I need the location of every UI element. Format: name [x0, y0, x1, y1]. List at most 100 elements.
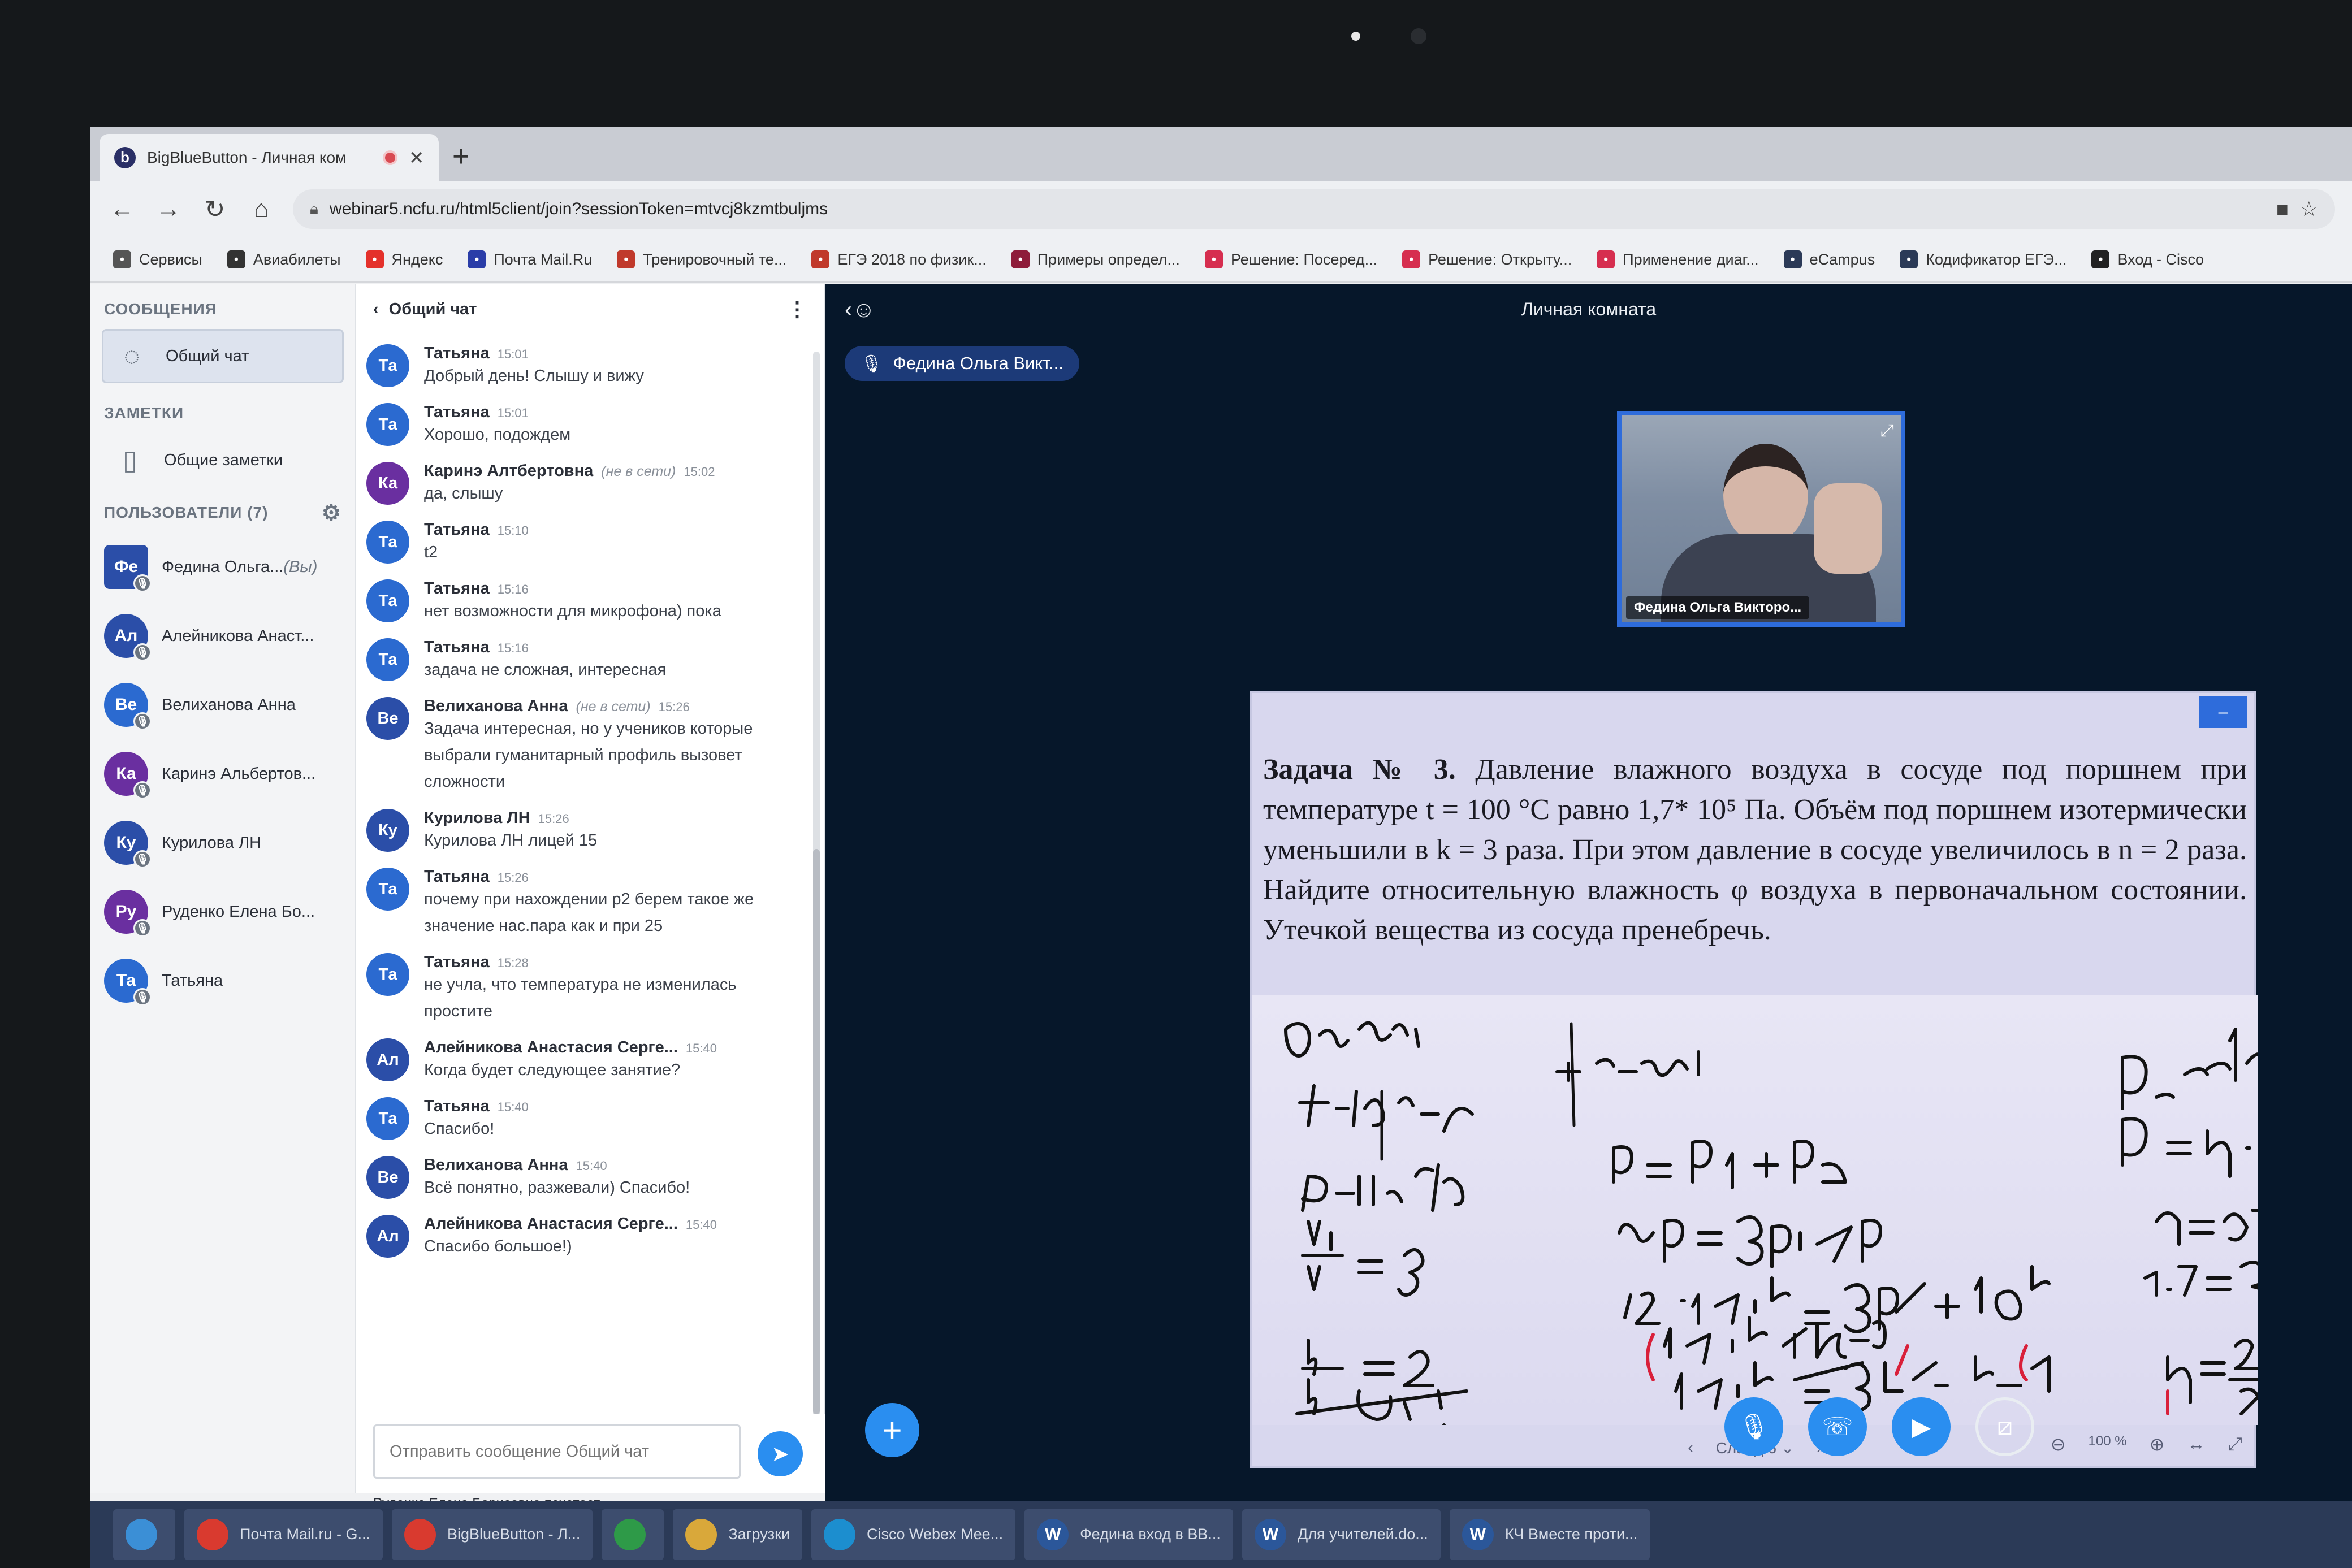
bookmark-item[interactable]: • ЕГЭ 2018 по физик...	[811, 250, 987, 268]
stroke-substitution-1	[1623, 1265, 2051, 1333]
taskbar-item[interactable]: W Федина вход в ВВ...	[1024, 1509, 1233, 1560]
camera-permission-icon[interactable]: ■	[2276, 197, 2289, 221]
minimize-presentation-button[interactable]: –	[2199, 696, 2247, 728]
bookmark-item[interactable]: • Вход - Cisco	[2091, 250, 2204, 268]
user-list-item[interactable]: Та 🎙︎ Татьяна	[90, 946, 355, 1015]
stroke-27-34	[2143, 1261, 2267, 1305]
reload-icon[interactable]: ↻	[200, 195, 230, 224]
message-time: 15:01	[497, 406, 529, 420]
taskbar-item[interactable]: W КЧ Вместе проти...	[1449, 1509, 1650, 1560]
user-list-item[interactable]: Фе 🎙︎ Федина Ольга...(Вы)	[90, 532, 355, 601]
bookmark-item[interactable]: • Яндекс	[365, 250, 443, 268]
hide-chat-chevron-icon[interactable]: ‹	[373, 300, 379, 319]
bookmark-item[interactable]: • Кодификатор ЕГЭ...	[1900, 250, 2066, 268]
zoom-level[interactable]: 100 %	[2089, 1433, 2127, 1455]
taskbar-item[interactable]: W Для учителей.do...	[1242, 1509, 1441, 1560]
settings-gear-icon[interactable]: ⚙	[322, 500, 341, 526]
actions-plus-button[interactable]: +	[865, 1403, 919, 1457]
sender-name: Татьяна	[424, 579, 490, 597]
user-list-item[interactable]: Ка 🎙︎ Каринэ Альбертов...	[90, 739, 355, 808]
bookmark-item[interactable]: • Примеры определ...	[1011, 250, 1180, 268]
sender-name: Татьяна	[424, 403, 490, 421]
media-actions: 🎙︎ ☏ ▶ ⧄	[1724, 1397, 2034, 1456]
fullscreen-video-icon[interactable]: ⤢	[1880, 421, 1894, 440]
taskbar-item[interactable]	[602, 1509, 664, 1560]
home-icon[interactable]: ⌂	[247, 195, 276, 223]
presentation-slide[interactable]: – Задача № 3. Давление влажного воздуха …	[1250, 691, 2271, 1468]
avatar-initials: Та	[378, 415, 397, 434]
bookmark-item[interactable]: • Решение: Открыту...	[1402, 250, 1572, 268]
user-name-text: Татьяна	[162, 971, 223, 990]
chat-footer: ➤	[356, 1414, 825, 1493]
tab-title: BigBlueButton - Личная ком	[147, 148, 347, 166]
chat-message-body: Татьяна 15:40 Спасибо!	[424, 1097, 804, 1142]
shared-notes-label: Общие заметки	[164, 451, 283, 469]
bookmark-item[interactable]: • Применение диаг...	[1597, 250, 1759, 268]
message-time: 15:40	[576, 1159, 607, 1173]
user-list-item[interactable]: Ал 🎙︎ Алейникова Анаст...	[90, 601, 355, 670]
toggle-userlist-icon[interactable]: ‹☺︎	[845, 297, 875, 323]
shared-notes-item[interactable]: ▯ Общие заметки	[102, 433, 344, 487]
zoom-in-icon[interactable]: ⊕	[2150, 1433, 2165, 1455]
zoom-out-icon[interactable]: ⊖	[2051, 1433, 2066, 1455]
sender-name: Велиханова Анна	[424, 1156, 568, 1174]
avatar-initials: Фе	[114, 557, 139, 576]
sender-name: Татьяна	[424, 521, 490, 539]
sender-name: Велиханова Анна	[424, 697, 568, 715]
taskbar-item[interactable]: BigBlueButton - Л...	[392, 1509, 593, 1560]
address-bar[interactable]: 🔒︎ webinar5.ncfu.ru/html5client/join?ses…	[293, 189, 2335, 229]
chat-message-body: Татьяна 15:16 нет возможности для микрофон…	[424, 579, 804, 625]
chat-scrollbar-thumb[interactable]	[813, 849, 820, 1414]
bookmark-item[interactable]: • Тренировочный те...	[617, 250, 786, 268]
close-tab-icon[interactable]: ✕	[409, 147, 424, 168]
bookmark-item[interactable]: • Почта Mail.Ru	[468, 250, 592, 268]
chat-message-body: Алейникова Анастасия Серге... 15:40 Когда …	[424, 1038, 804, 1084]
public-chat-item[interactable]: ◌ Общий чат	[102, 329, 344, 383]
user-name-text: Алейникова Анаст...	[162, 626, 314, 645]
taskbar-item[interactable]: Загрузки	[673, 1509, 803, 1560]
taskbar-item[interactable]: Cisco Webex Mee...	[811, 1509, 1016, 1560]
bookmark-label: Решение: Открыту...	[1428, 250, 1572, 268]
fit-width-icon[interactable]: ↔	[2187, 1433, 2205, 1455]
screen: b BigBlueButton - Личная ком ✕ + ← → ↻ ⌂…	[90, 127, 2352, 1568]
bookmark-item[interactable]: • Авиабилеты	[227, 250, 341, 268]
user-list-item[interactable]: Ве 🎙︎ Велиханова Анна	[90, 670, 355, 739]
microphone-button[interactable]: 🎙︎	[1724, 1397, 1783, 1456]
ege-icon: •	[811, 250, 830, 268]
user-name-text: Курилова ЛН	[162, 833, 262, 852]
bookmark-star-icon[interactable]: ☆	[2300, 197, 2318, 221]
forward-icon[interactable]: →	[154, 195, 183, 223]
chat-options-icon[interactable]: ⋮	[787, 297, 807, 321]
avatar: Ру 🎙︎	[104, 890, 152, 937]
bookmark-item[interactable]: • eCampus	[1783, 250, 1875, 268]
user-list-item[interactable]: Ку 🎙︎ Курилова ЛН	[90, 808, 355, 877]
message-time: 15:16	[497, 641, 529, 655]
camera-button[interactable]: ▶	[1892, 1397, 1951, 1456]
sender-name: Татьяна	[424, 868, 490, 886]
microphone-icon: 🎙︎	[861, 353, 883, 374]
send-message-button[interactable]: ➤	[758, 1431, 803, 1476]
back-icon[interactable]: ←	[107, 195, 137, 223]
taskbar-item[interactable]: Почта Mail.ru - G...	[184, 1509, 383, 1560]
bookmark-item[interactable]: • Решение: Посеред...	[1204, 250, 1377, 268]
fullscreen-slide-icon[interactable]: ⤢	[2228, 1433, 2242, 1455]
whiteboard-annotations[interactable]	[1252, 995, 2271, 1428]
message-text: Когда будет следующее занятие?	[424, 1061, 681, 1079]
previous-slide-icon[interactable]: ‹	[1688, 1439, 1693, 1457]
bookmark-item[interactable]: • Сервисы	[113, 250, 202, 268]
browser-tab[interactable]: b BigBlueButton - Личная ком ✕	[100, 134, 439, 181]
user-list-item[interactable]: Ру 🎙︎ Руденко Елена Бо...	[90, 877, 355, 946]
word-icon: W	[1462, 1518, 1494, 1550]
new-tab-button[interactable]: +	[452, 142, 469, 171]
message-text: Спасибо!	[424, 1120, 495, 1138]
zoom-controls: ⊖ 100 % ⊕ ↔ ⤢	[2051, 1433, 2242, 1455]
bookmark-label: Сервисы	[139, 250, 202, 268]
avatar-initials: Та	[378, 965, 397, 984]
screen-share-button[interactable]: ⧄	[1975, 1397, 2034, 1456]
taskbar-item[interactable]	[113, 1509, 175, 1560]
chat-message-input[interactable]	[373, 1424, 741, 1479]
talking-indicator[interactable]: 🎙︎ Федина Ольга Викт...	[845, 346, 1079, 381]
taskbar-item-label: Cisco Webex Mee...	[867, 1526, 1004, 1543]
webcam-video[interactable]: ⤢ Федина Ольга Викторо...	[1617, 411, 1905, 627]
leave-audio-button[interactable]: ☏	[1808, 1397, 1867, 1456]
